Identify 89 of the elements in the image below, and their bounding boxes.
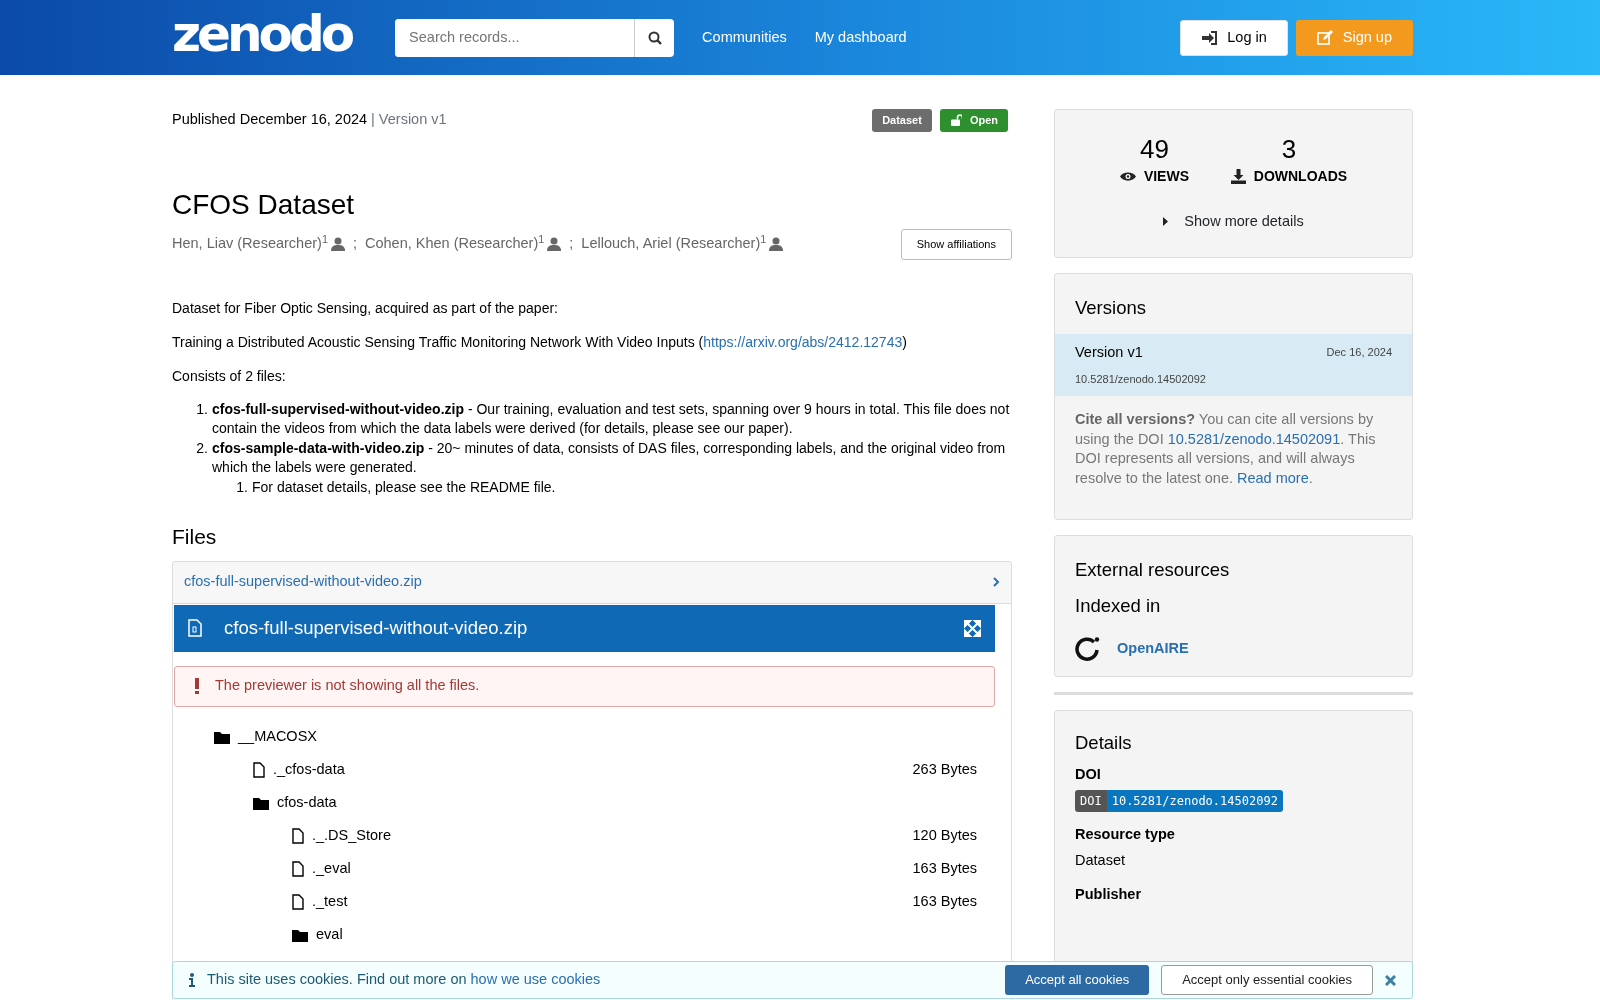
ring-icon (1075, 635, 1101, 662)
file-icon (292, 828, 304, 845)
cookie-policy-link[interactable]: how we use cookies (470, 971, 601, 988)
version-date: Dec 16, 2024 (1326, 345, 1392, 361)
list-marker: 1. (235, 477, 248, 497)
card-title: External resources (1075, 558, 1231, 583)
field-value: Dataset (1075, 850, 1125, 870)
card-title: Versions (1074, 295, 1147, 320)
separator: ; (569, 234, 574, 254)
fullscreen-icon (964, 619, 981, 637)
description-paragraph: Consists of 2 files: (172, 366, 287, 386)
edit-icon (1316, 29, 1333, 46)
version-item[interactable]: Version v1 Dec 16, 2024 10.5281/zenodo.14502092 (1055, 333, 1412, 396)
file-icon (292, 894, 304, 911)
stat-count: 3 (1280, 136, 1298, 162)
citation-note: Cite all versions? You can cite all versions by using the DOI 10.5281/zenodo.14502091. This DOI represents all versions, and will always resolve to the latest one. Read more. (1074, 409, 1377, 489)
list-marker: 1. (195, 399, 208, 419)
record-title: CFOS Dataset (172, 187, 356, 222)
folder-icon (253, 796, 269, 810)
file-name: ._eval (312, 859, 352, 879)
folder-link[interactable]: __MACOSX (238, 726, 317, 749)
creator-link[interactable]: Cohen, Khen (Researcher)$^{1}$ (365, 233, 545, 256)
file-icon (253, 762, 265, 779)
stat-label: DOWNLOADS (1253, 167, 1348, 186)
close-icon[interactable] (1385, 974, 1396, 986)
list-marker: 2. (195, 438, 208, 458)
login-button[interactable]: Log in (1180, 19, 1288, 56)
folder-link[interactable]: cfos-data (277, 792, 337, 815)
show-more-details-link[interactable]: Show more details (1075, 211, 1392, 233)
zip-file-icon (188, 619, 202, 638)
description-paragraph: Dataset for Fiber Optic Sensing, acquired as part of the paper: (172, 298, 559, 318)
alert-message: The previewer is not showing all the files. (174, 665, 995, 707)
folder-icon (292, 928, 308, 942)
logo[interactable]: zenodo (172, 8, 352, 59)
caret-right-icon (1163, 217, 1169, 227)
file-name: ._test (312, 892, 349, 912)
folder-link[interactable]: eval (316, 924, 343, 947)
card-title: Details (1075, 730, 1133, 755)
file-name: ._.DS_Store (312, 826, 392, 846)
version-label: Version v1 (1075, 342, 1143, 362)
creator-link[interactable]: Lellouch, Ariel (Researcher)$^{1}$ (581, 233, 767, 256)
file-size: 120 Bytes (912, 826, 977, 846)
accept-essential-button[interactable]: Accept only essential cookies (1161, 965, 1373, 995)
search-icon (647, 30, 662, 45)
info-icon (189, 973, 195, 987)
person-icon (330, 237, 345, 252)
stat-label: VIEWS (1143, 167, 1189, 186)
show-affiliations-button[interactable]: Show affiliations (900, 229, 1012, 260)
download-icon (1230, 169, 1246, 184)
chevron-right-icon (992, 577, 1000, 588)
paper-link[interactable]: https://arxiv.org/abs/2412.12743 (703, 333, 903, 350)
file-size: 263 Bytes (912, 760, 977, 780)
section-heading: Files (172, 523, 218, 549)
doi-link[interactable]: Read more (1237, 470, 1309, 487)
eye-icon (1119, 171, 1136, 182)
file-icon (292, 861, 304, 878)
unlock-icon (949, 114, 962, 127)
list-item: For dataset details, please see the README file. (252, 477, 556, 497)
exclamation-icon (195, 678, 199, 695)
access-badge: Open (939, 109, 1008, 132)
list-item: cfos-sample-data-with-video.zip - 20~ minutes of data, consists of DAS files, corresponding labels, and the original video from which the labels were generated. (212, 438, 1007, 478)
stat-count: 49 (1138, 136, 1170, 162)
cookie-message: This site uses cookies. Find out more on how we use cookies (207, 970, 602, 990)
creator-link[interactable]: Hen, Liav (Researcher)$^{1}$ (172, 233, 328, 256)
person-icon (547, 237, 562, 252)
sign-in-icon (1201, 30, 1218, 45)
field-label: Resource type (1075, 825, 1175, 845)
list-item: cfos-full-supervised-without-video.zip - Our training, evaluation and test sets, spanning over 9 hours in total. This file does not contain the videos from which the data labels were derived (for details, please see our paper). (212, 399, 1011, 439)
nav-link[interactable]: My dashboard (814, 26, 907, 49)
preview-header: cfos-full-supervised-without-video.zip (174, 604, 995, 652)
description-paragraph: Training a Distributed Acoustic Sensing Traffic Monitoring Network With Video Inputs (https://arxiv.org/abs/2412.12743) (172, 332, 908, 352)
version-label: | Version v1 (371, 110, 447, 130)
type-badge: Dataset (872, 109, 932, 132)
folder-icon (214, 730, 230, 744)
version-doi: 10.5281/zenodo.14502092 (1075, 372, 1207, 388)
separator: ; (352, 234, 357, 254)
person-icon (769, 237, 784, 252)
accordion-header[interactable]: cfos-full-supervised-without-video.zip (173, 561, 1011, 603)
indexer-link[interactable]: OpenAIRE (1117, 637, 1189, 660)
file-size: 163 Bytes (912, 892, 977, 912)
field-label: Publisher (1075, 884, 1142, 904)
nav-link[interactable]: Communities (702, 26, 787, 49)
card-subtitle: Indexed in (1075, 593, 1162, 618)
file-size: 163 Bytes (912, 859, 977, 879)
accept-all-button[interactable]: Accept all cookies (1005, 965, 1150, 995)
published-date: Published December 16, 2024 (172, 110, 368, 130)
search-field[interactable]: Search records... (395, 18, 675, 57)
field-label: DOI (1075, 765, 1101, 785)
file-name: ._cfos-data (273, 760, 346, 780)
